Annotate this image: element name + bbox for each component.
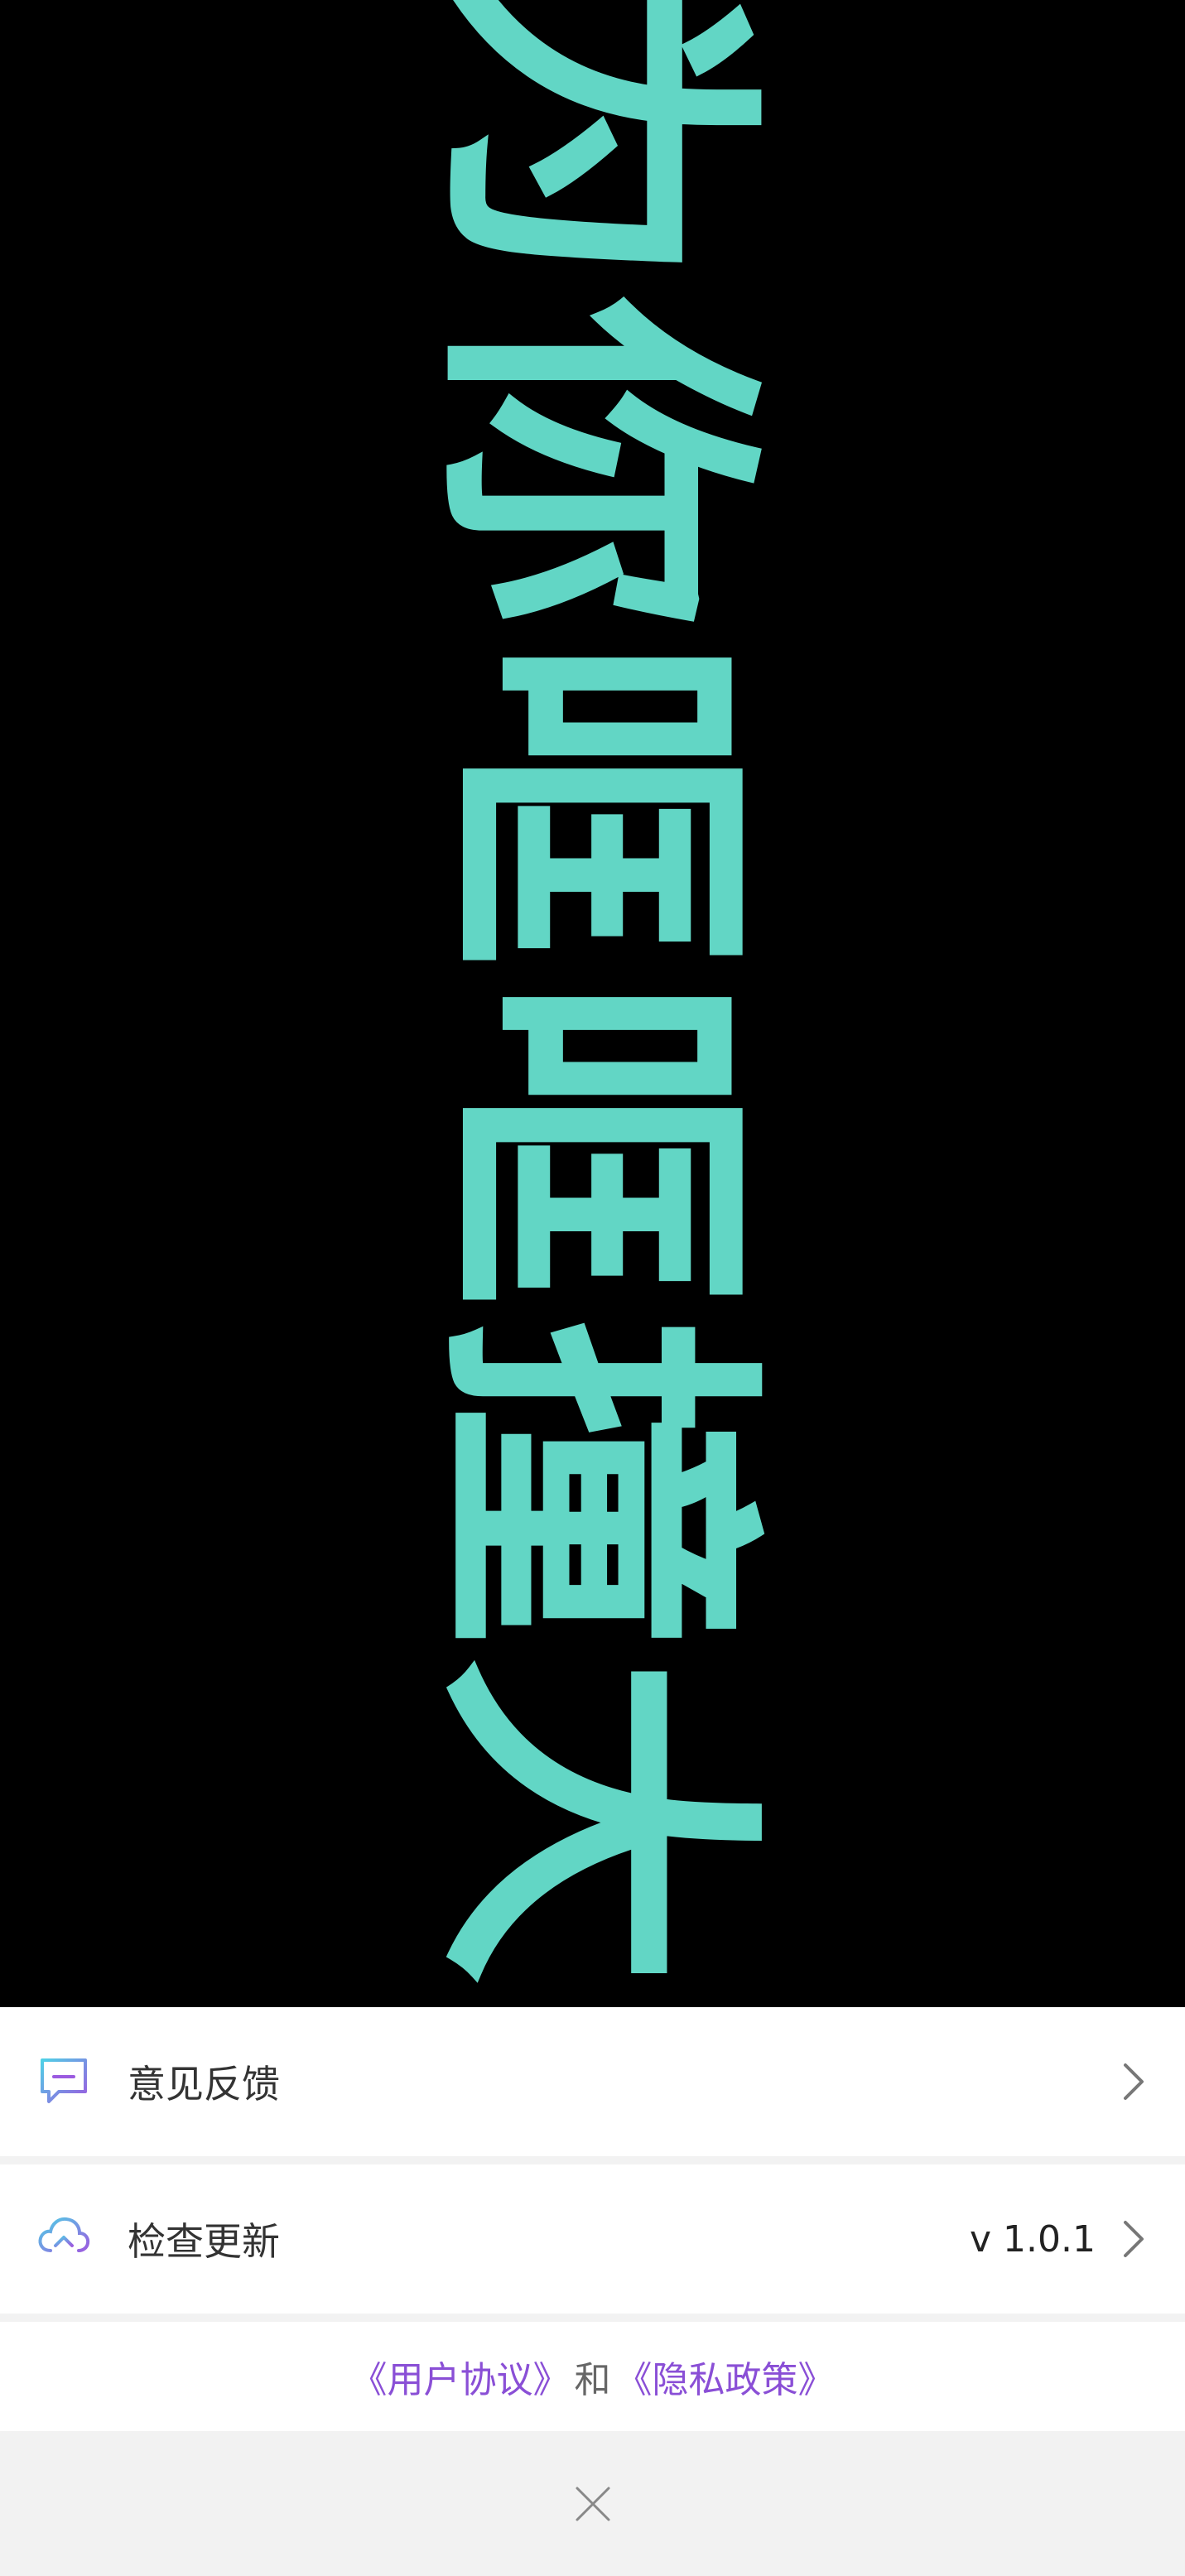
policy-conjunction: 和 [574, 2359, 611, 2401]
policy-links: 《用户协议》 和 《隐私政策》 [0, 2322, 1185, 2431]
feedback-chat-icon [35, 2053, 93, 2111]
version-value: v 1.0.1 [970, 2217, 1096, 2261]
divider [0, 2314, 1185, 2322]
banner-image: 为你哐哐撞大 [0, 0, 1185, 2007]
close-area [0, 2431, 1185, 2576]
user-agreement-link[interactable]: 《用户协议》 [351, 2350, 570, 2403]
close-icon[interactable] [564, 2475, 622, 2533]
check-update-label: 检查更新 [128, 2219, 280, 2264]
cloud-upload-icon [35, 2210, 93, 2268]
banner-text: 为你哐哐撞大 [400, 0, 785, 1996]
privacy-policy-link[interactable]: 《隐私政策》 [616, 2350, 835, 2403]
feedback-label: 意见反馈 [128, 2062, 280, 2107]
divider [0, 2156, 1185, 2164]
chevron-right-icon [1117, 2214, 1150, 2264]
check-update-row[interactable]: 检查更新 v 1.0.1 [0, 2164, 1185, 2314]
feedback-row[interactable]: 意见反馈 [0, 2007, 1185, 2156]
screen: 为你哐哐撞大 意见反馈 检查更新 v 1.0.1 《用户协议》 和 《隐私政策》 [0, 0, 1185, 2576]
chevron-right-icon [1117, 2057, 1150, 2107]
